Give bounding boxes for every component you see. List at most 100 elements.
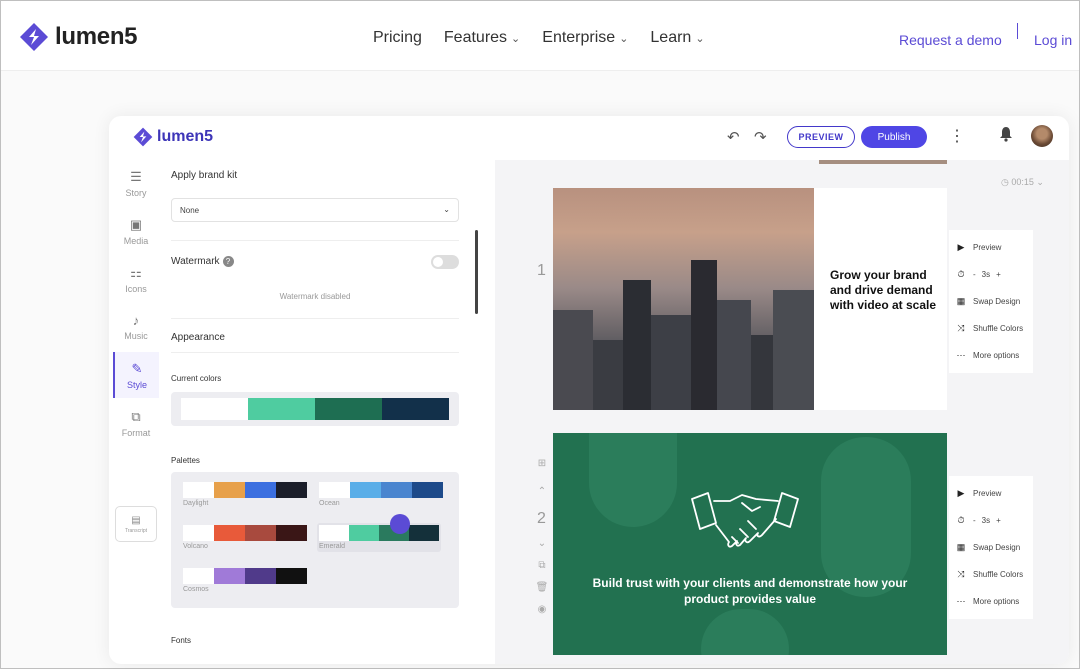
sidebar-item-story[interactable]: ☰ Story	[113, 160, 159, 206]
palette-daylight[interactable]: Daylight	[183, 482, 307, 507]
fonts-label: Fonts	[171, 636, 192, 645]
watermark-status: Watermark disabled	[279, 292, 351, 301]
slide-number: 1	[537, 262, 546, 279]
duration-label: 3s	[981, 516, 991, 525]
sidebar-item-icons[interactable]: ⚏ Icons	[113, 256, 159, 302]
duration-action[interactable]: ⏱ -3s +	[949, 507, 1033, 534]
site-logo[interactable]: lumen5	[19, 22, 138, 52]
more-options-action[interactable]: ⋯ More options	[949, 588, 1033, 615]
more-options-action[interactable]: ⋯ More options	[949, 342, 1033, 369]
editor-app: lumen5 ↶ ↷ PREVIEW Publish ⋮ ☰ Story ▣ Med…	[109, 116, 1069, 664]
color-swatch	[214, 525, 245, 541]
color-swatch[interactable]	[315, 398, 382, 420]
editor-logo[interactable]: lumen5	[133, 127, 213, 147]
swap-design-action[interactable]: ▦ Swap Design	[949, 288, 1033, 315]
trash-icon[interactable]: 🗑	[535, 582, 549, 593]
lumen5-logo-icon	[20, 23, 48, 51]
login-link[interactable]: Log in	[1034, 32, 1072, 48]
story-icon: ☰	[130, 168, 142, 184]
watermark-label-text: Watermark	[171, 256, 220, 267]
undo-icon[interactable]: ↶	[727, 128, 740, 146]
increase-icon[interactable]: +	[996, 516, 1001, 525]
current-colors-box[interactable]	[171, 392, 459, 426]
palette-swatches	[183, 525, 307, 541]
chevron-down-icon: ⌄	[443, 205, 450, 214]
swap-design-label: Swap Design	[973, 297, 1021, 306]
preview-action[interactable]: ▶ Preview	[949, 480, 1033, 507]
palette-name: Cosmos	[183, 586, 209, 593]
swap-design-action[interactable]: ▦ Swap Design	[949, 534, 1033, 561]
color-swatch	[214, 568, 245, 584]
palette-volcano[interactable]: Volcano	[183, 525, 307, 550]
brand-kit-select[interactable]: None ⌄	[171, 198, 459, 222]
shuffle-colors-action[interactable]: ⤨ Shuffle Colors	[949, 315, 1033, 342]
increase-icon[interactable]: +	[996, 270, 1001, 279]
color-swatch[interactable]	[181, 398, 248, 420]
chevron-down-icon: ⌄	[695, 32, 705, 45]
duration-action[interactable]: ⏱ -3s +	[949, 261, 1033, 288]
color-swatch[interactable]	[382, 398, 449, 420]
sidebar-item-format[interactable]: ⧉ Format	[113, 400, 159, 446]
slide-number: 2	[537, 510, 546, 527]
sidebar-item-media[interactable]: ▣ Media	[113, 208, 159, 254]
help-icon[interactable]: ?	[222, 256, 234, 267]
bell-icon[interactable]	[999, 126, 1013, 147]
site-brand-name: lumen5	[55, 23, 138, 50]
redo-icon[interactable]: ↷	[754, 128, 767, 146]
color-swatch	[183, 525, 214, 541]
transcript-icon: ▤	[131, 514, 141, 526]
slide-1[interactable]: Grow your brand and drive demand with vi…	[553, 188, 947, 410]
sidebar-item-music[interactable]: ♪ Music	[113, 304, 159, 350]
nav-learn[interactable]: Learn ⌄	[650, 29, 704, 47]
decrease-icon[interactable]: -	[973, 270, 976, 279]
previous-slide-edge	[819, 160, 947, 164]
color-swatch	[412, 482, 443, 498]
chevron-down-icon: ⌄	[619, 32, 629, 45]
duplicate-icon[interactable]: ⧉	[535, 560, 549, 571]
nav-pricing[interactable]: Pricing	[373, 29, 422, 47]
editor-header: lumen5 ↶ ↷ PREVIEW Publish ⋮	[109, 116, 1069, 160]
palette-swatches	[183, 568, 307, 584]
nav-enterprise[interactable]: Enterprise ⌄	[542, 29, 628, 47]
avatar[interactable]	[1031, 125, 1053, 147]
site-navbar: lumen5 Pricing Features ⌄ Enterprise ⌄ Lea…	[1, 1, 1079, 71]
more-options-label: More options	[973, 597, 1020, 606]
palette-swatches	[319, 482, 443, 498]
color-swatch[interactable]	[248, 398, 315, 420]
transcript-button[interactable]: ▤ Transcript	[115, 506, 157, 542]
watermark-toggle[interactable]	[431, 255, 459, 269]
preview-action[interactable]: ▶ Preview	[949, 234, 1033, 261]
grid-icon: ▦	[956, 542, 966, 552]
palette-ocean[interactable]: Ocean	[319, 482, 443, 507]
slide-1-text: Grow your brand and drive demand with vi…	[830, 268, 937, 312]
decrease-icon[interactable]: -	[973, 516, 976, 525]
color-swatch	[319, 482, 350, 498]
slide-2[interactable]: Build trust with your clients and demons…	[553, 433, 947, 655]
layout-icon[interactable]: ⊞	[535, 458, 549, 469]
publish-button[interactable]: Publish	[861, 126, 927, 148]
editor-sidebar: ☰ Story ▣ Media ⚏ Icons ♪ Music ✎ Style ⧉ Form…	[109, 160, 159, 664]
palette-name: Daylight	[183, 500, 209, 507]
timer-icon: ⏱	[957, 269, 965, 279]
panel-scrollbar[interactable]	[475, 230, 478, 314]
camera-icon[interactable]: ◉	[535, 604, 549, 615]
chevron-down-icon: ⌄	[1036, 177, 1044, 187]
sidebar-item-label: Format	[121, 427, 151, 438]
shuffle-colors-action[interactable]: ⤨ Shuffle Colors	[949, 561, 1033, 588]
nav-learn-label: Learn	[650, 29, 692, 46]
nav-features[interactable]: Features ⌄	[444, 29, 520, 47]
more-vertical-icon[interactable]: ⋮	[949, 126, 965, 146]
divider	[171, 240, 459, 241]
request-demo-link[interactable]: Request a demo	[899, 32, 1002, 48]
swap-design-label: Swap Design	[973, 543, 1021, 552]
palette-emerald[interactable]: Emerald	[317, 523, 441, 552]
slide-1-actions: ▶ Preview ⏱ -3s + ▦ Swap Design ⤨ Shuffle Col…	[949, 230, 1033, 373]
palette-cosmos[interactable]: Cosmos	[183, 568, 307, 593]
sidebar-item-style[interactable]: ✎ Style	[113, 352, 159, 398]
preview-button[interactable]: PREVIEW	[787, 126, 855, 148]
color-swatch	[349, 525, 379, 541]
nav-pricing-label: Pricing	[373, 29, 422, 46]
chevron-down-icon[interactable]: ⌄	[535, 538, 549, 549]
chevron-up-icon[interactable]: ⌃	[535, 486, 549, 497]
icons-icon: ⚏	[130, 264, 142, 280]
